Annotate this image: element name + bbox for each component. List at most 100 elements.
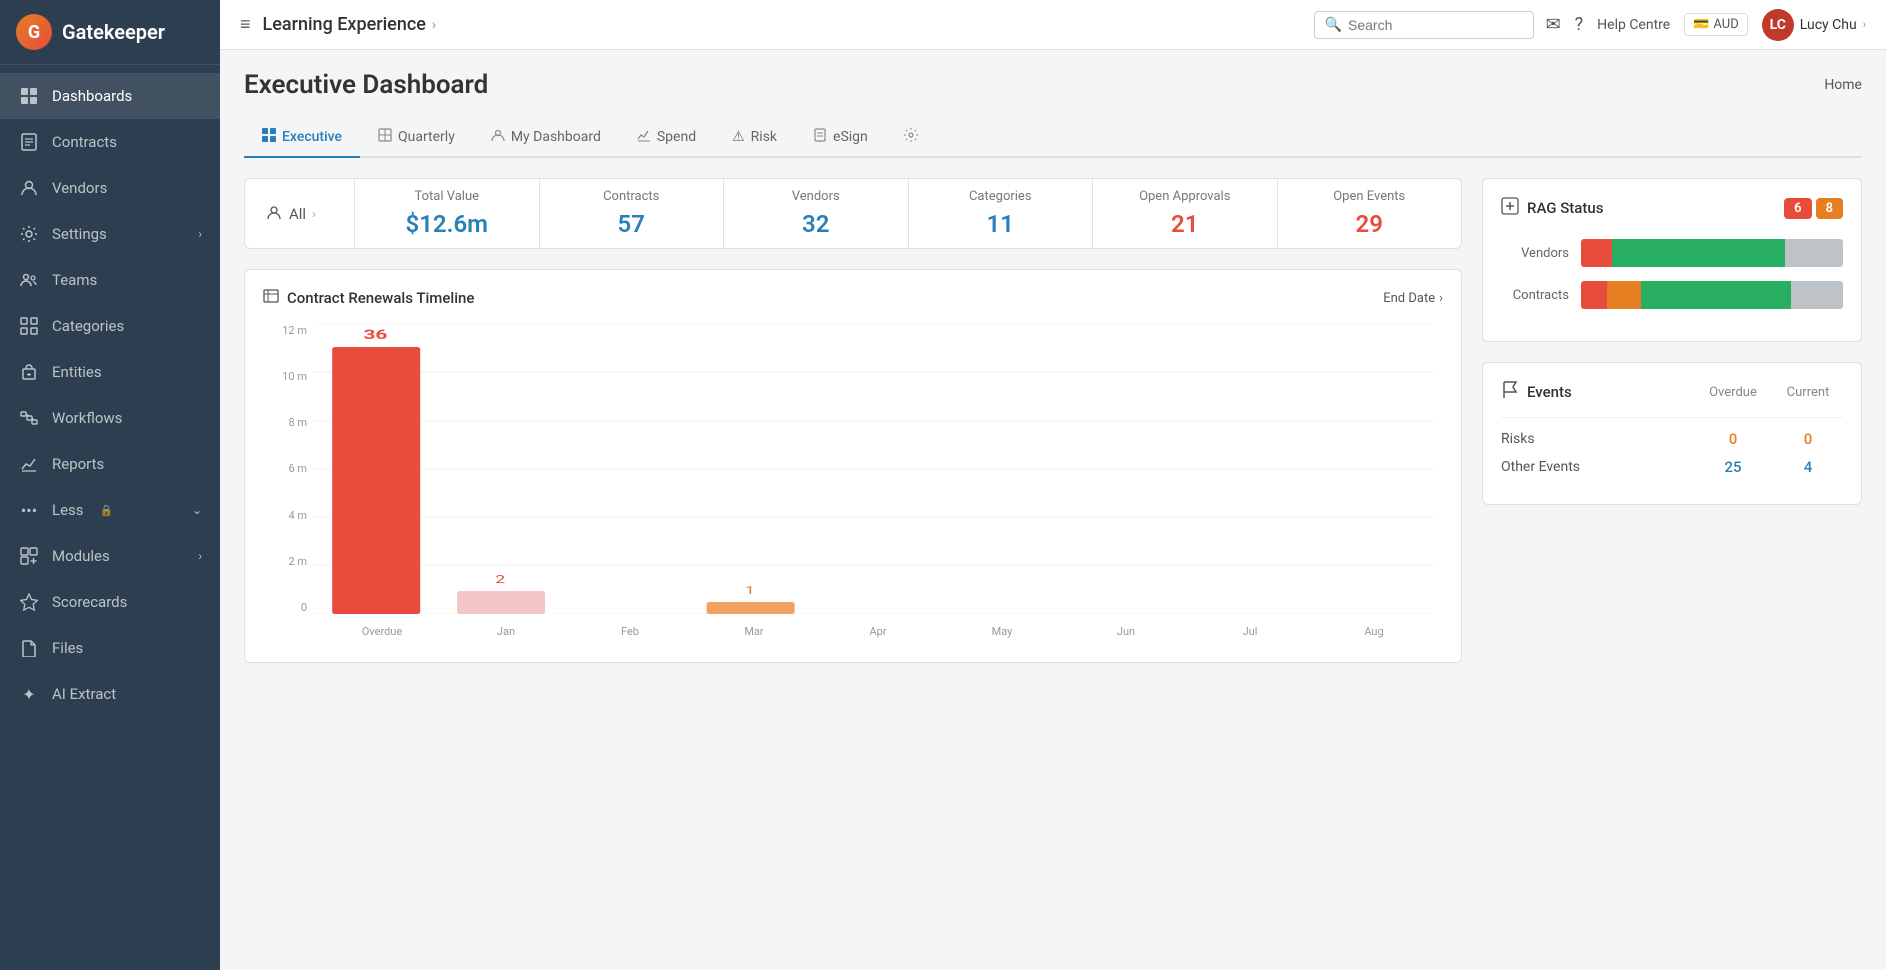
files-icon (18, 637, 40, 659)
currency-text: AUD (1713, 17, 1738, 32)
menu-icon[interactable]: ≡ (240, 14, 251, 35)
tab-spend[interactable]: Spend (619, 118, 714, 158)
tab-quarterly-icon (378, 128, 392, 146)
x-labels: Overdue Jan Feb Mar Apr May Jun Jul Aug (323, 619, 1433, 644)
tab-risk[interactable]: ⚠ Risk (714, 118, 795, 158)
user-menu[interactable]: LC Lucy Chu › (1762, 9, 1866, 41)
sidebar-item-entities[interactable]: Entities (0, 349, 220, 395)
sidebar-item-less[interactable]: ••• Less 🔒 ⌄ (0, 487, 220, 533)
tab-my-dashboard-label: My Dashboard (511, 129, 601, 145)
chart-header: Contract Renewals Timeline End Date › (263, 288, 1443, 308)
less-icon: ••• (18, 499, 40, 521)
stat-contracts-val: 57 (618, 210, 645, 238)
stat-total-value: Total Value $12.6m (355, 179, 540, 248)
tab-my-dashboard[interactable]: My Dashboard (473, 118, 619, 158)
svg-text:1: 1 (745, 584, 755, 597)
sidebar-label-less: Less (52, 501, 84, 519)
rag-vendors-red (1581, 239, 1612, 267)
ai-extract-icon: ✦ (18, 683, 40, 705)
reports-icon (18, 453, 40, 475)
x-label-overdue: Overdue (323, 619, 441, 644)
modules-arrow: › (198, 549, 202, 563)
vendors-icon (18, 177, 40, 199)
sidebar-item-dashboards[interactable]: Dashboards (0, 73, 220, 119)
x-label-may: May (943, 619, 1061, 644)
sidebar-item-settings[interactable]: Settings › (0, 211, 220, 257)
rag-badges: 6 8 (1784, 198, 1843, 219)
tab-settings[interactable] (886, 118, 936, 158)
bar-chart: 12 m 10 m 8 m 6 m 4 m 2 m 0 (263, 324, 1443, 644)
stat-open-approvals: Open Approvals 21 (1093, 179, 1278, 248)
y-label-12m: 12 m (282, 324, 307, 337)
rag-contracts-orange (1607, 281, 1641, 309)
all-icon (265, 203, 283, 225)
stat-vendors-val: 32 (802, 210, 829, 238)
stat-contracts: Contracts 57 (540, 179, 725, 248)
sidebar-item-vendors[interactable]: Vendors (0, 165, 220, 211)
currency-selector[interactable]: 💳 AUD (1684, 13, 1748, 36)
sidebar-label-vendors: Vendors (52, 179, 107, 197)
sidebar: G Gatekeeper Dashboards Contracts Vendor… (0, 0, 220, 970)
svg-text:2: 2 (495, 573, 505, 586)
sidebar-item-scorecards[interactable]: Scorecards (0, 579, 220, 625)
sidebar-item-reports[interactable]: Reports (0, 441, 220, 487)
search-icon: 🔍 (1325, 17, 1342, 33)
events-flag-icon (1501, 381, 1519, 403)
search-box[interactable]: 🔍 (1314, 11, 1534, 39)
chart-filter[interactable]: End Date › (1383, 291, 1443, 306)
rag-contracts-bar (1581, 281, 1843, 309)
sidebar-item-workflows[interactable]: Workflows (0, 395, 220, 441)
sidebar-item-categories[interactable]: Categories (0, 303, 220, 349)
rag-vendors-grey (1785, 239, 1843, 267)
search-input[interactable] (1348, 17, 1523, 33)
events-other-current: 4 (1773, 458, 1843, 476)
x-label-aug: Aug (1315, 619, 1433, 644)
tab-quarterly[interactable]: Quarterly (360, 118, 473, 158)
rag-badge-orange: 8 (1816, 198, 1843, 219)
x-label-apr: Apr (819, 619, 937, 644)
sidebar-item-contracts[interactable]: Contracts (0, 119, 220, 165)
entities-icon (18, 361, 40, 383)
tab-spend-icon (637, 128, 651, 146)
sidebar-item-ai-extract[interactable]: ✦ AI Extract (0, 671, 220, 717)
lock-icon: 🔒 (100, 504, 114, 517)
sidebar-item-modules[interactable]: Modules › (0, 533, 220, 579)
stat-vendors: Vendors 32 (724, 179, 909, 248)
grid-icon (18, 85, 40, 107)
rag-contracts-red (1581, 281, 1607, 309)
sidebar-item-files[interactable]: Files (0, 625, 220, 671)
help-centre-link[interactable]: Help Centre (1597, 17, 1670, 33)
y-label-6m: 6 m (288, 462, 307, 475)
chart-svg: 36 2 1 (313, 324, 1433, 614)
rag-title-icon (1501, 197, 1519, 219)
contracts-icon (18, 131, 40, 153)
tab-executive[interactable]: Executive (244, 118, 360, 158)
x-label-jan: Jan (447, 619, 565, 644)
dashboard-tabs: Executive Quarterly My Dashboard Spend (244, 118, 1862, 158)
help-icon[interactable]: ? (1575, 14, 1584, 35)
tab-spend-label: Spend (657, 129, 696, 145)
less-arrow: ⌄ (192, 503, 202, 517)
sidebar-label-reports: Reports (52, 455, 104, 473)
home-link[interactable]: Home (1824, 77, 1862, 93)
mail-icon[interactable]: ✉ (1546, 14, 1561, 35)
tab-esign[interactable]: eSign (795, 118, 886, 158)
rag-badge-red: 6 (1784, 198, 1811, 219)
currency-icon: 💳 (1693, 17, 1709, 32)
stats-all-filter[interactable]: All › (245, 179, 355, 248)
sidebar-nav: Dashboards Contracts Vendors Settings › (0, 65, 220, 970)
teams-icon (18, 269, 40, 291)
user-name: Lucy Chu (1800, 17, 1857, 33)
events-other-overdue: 25 (1693, 458, 1773, 476)
categories-icon (18, 315, 40, 337)
workflows-icon (18, 407, 40, 429)
chart-title: Contract Renewals Timeline (263, 288, 474, 308)
logo[interactable]: G Gatekeeper (0, 0, 220, 65)
sidebar-item-teams[interactable]: Teams (0, 257, 220, 303)
dashboard-grid: All › Total Value $12.6m Contracts 57 Ve… (244, 178, 1862, 663)
events-title: Events (1501, 381, 1693, 403)
rag-card: RAG Status 6 8 Vendors (1482, 178, 1862, 342)
stat-categories-val: 11 (987, 210, 1014, 238)
rag-contracts-label: Contracts (1501, 288, 1581, 303)
rag-header: RAG Status 6 8 (1501, 197, 1843, 219)
